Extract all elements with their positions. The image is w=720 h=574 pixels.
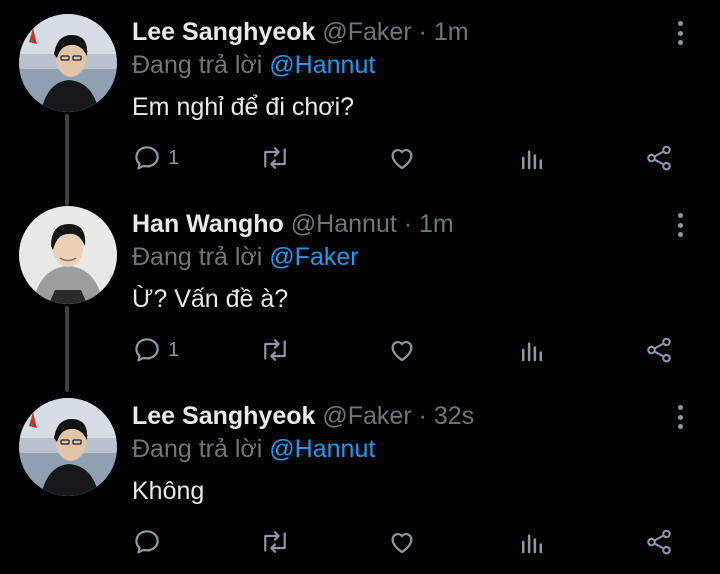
tweet-header: Han Wangho @Hannut · 1m: [132, 209, 454, 239]
retweet-button[interactable]: [258, 332, 292, 368]
analytics-button[interactable]: [517, 524, 547, 560]
analytics-icon: [522, 150, 542, 170]
timestamp[interactable]: 1m: [434, 18, 469, 46]
reply-icon: [135, 338, 159, 362]
reply-button[interactable]: 1: [132, 332, 179, 368]
reply-button[interactable]: [132, 524, 168, 560]
like-icon: [391, 341, 413, 362]
timestamp[interactable]: 32s: [434, 402, 474, 430]
retweet-icon: [264, 147, 286, 169]
tweet-text: Ừ? Vấn đề à?: [132, 285, 289, 313]
tweet-header: Lee Sanghyeok @Faker · 32s: [132, 401, 474, 431]
retweet-button[interactable]: [258, 524, 292, 560]
more-icon[interactable]: [668, 18, 692, 48]
like-button[interactable]: [386, 524, 418, 560]
user-handle[interactable]: @Faker: [322, 18, 411, 46]
tweet-text: Em nghỉ để đi chơi?: [132, 93, 355, 121]
mention-link[interactable]: @Hannut: [269, 435, 375, 463]
tweet-actions: [0, 524, 720, 560]
share-button[interactable]: [644, 524, 674, 560]
share-button[interactable]: [644, 140, 674, 176]
replying-to-label: Đang trả lời: [132, 243, 263, 271]
user-handle[interactable]: @Hannut: [291, 210, 397, 238]
tweet[interactable]: Lee Sanghyeok @Faker · 1m Đang trả lời @…: [0, 0, 720, 190]
analytics-icon: [522, 342, 542, 362]
analytics-button[interactable]: [517, 140, 547, 176]
mention-link[interactable]: @Faker: [269, 243, 358, 271]
tweet-header: Lee Sanghyeok @Faker · 1m: [132, 17, 469, 47]
display-name[interactable]: Lee Sanghyeok: [132, 402, 315, 430]
avatar[interactable]: [19, 14, 117, 112]
share-icon: [647, 529, 671, 555]
retweet-icon: [264, 531, 286, 553]
replying-to-label: Đang trả lời: [132, 51, 263, 79]
tweet[interactable]: Lee Sanghyeok @Faker · 32s Đang trả lời …: [0, 384, 720, 574]
display-name[interactable]: Lee Sanghyeok: [132, 18, 315, 46]
like-button[interactable]: [386, 332, 418, 368]
reply-icon: [135, 530, 159, 554]
like-icon: [391, 149, 413, 170]
replying-to: Đang trả lời @Hannut: [132, 50, 375, 80]
reply-count: 1: [168, 338, 180, 361]
reply-count: 1: [168, 146, 180, 169]
timestamp[interactable]: 1m: [419, 210, 454, 238]
analytics-icon: [522, 534, 542, 554]
tweet-text: Không: [132, 477, 205, 505]
share-icon: [647, 145, 671, 171]
reply-button[interactable]: 1: [132, 140, 179, 176]
share-icon: [647, 337, 671, 363]
share-button[interactable]: [644, 332, 674, 368]
like-button[interactable]: [386, 140, 418, 176]
replying-to: Đang trả lời @Faker: [132, 242, 359, 272]
user-handle[interactable]: @Faker: [322, 402, 411, 430]
reply-icon: [135, 146, 159, 170]
retweet-icon: [264, 339, 286, 361]
retweet-button[interactable]: [258, 140, 292, 176]
avatar[interactable]: [19, 398, 117, 496]
replying-to-label: Đang trả lời: [132, 435, 263, 463]
separator-dot: ·: [403, 210, 413, 238]
tweet-actions: 1: [0, 140, 720, 176]
replying-to: Đang trả lời @Hannut: [132, 434, 375, 464]
mention-link[interactable]: @Hannut: [269, 51, 375, 79]
tweet[interactable]: Han Wangho @Hannut · 1m Đang trả lời @Fa…: [0, 192, 720, 382]
tweet-actions: 1: [0, 332, 720, 368]
analytics-button[interactable]: [517, 332, 547, 368]
separator-dot: ·: [418, 402, 427, 430]
separator-dot: ·: [418, 18, 427, 46]
more-icon[interactable]: [668, 402, 692, 432]
display-name[interactable]: Han Wangho: [132, 210, 284, 238]
more-icon[interactable]: [668, 210, 692, 240]
avatar[interactable]: [19, 206, 117, 304]
like-icon: [391, 533, 413, 554]
